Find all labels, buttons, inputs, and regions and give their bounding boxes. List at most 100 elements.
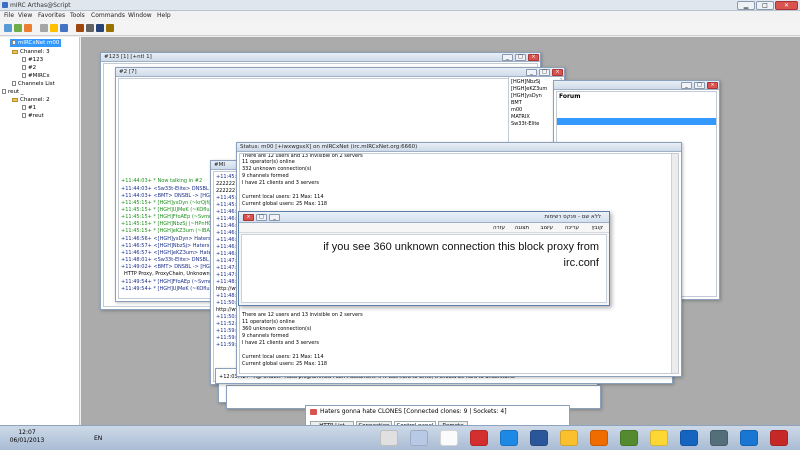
chat-line: +11:44:03+ * Now talking in #2 (121, 178, 203, 184)
chat-line: HTTP Proxy, ProxyChain, Unknown, (124, 271, 212, 277)
chat-line: +11:45:15+ * [HGH]eKZ3um (~IBAmyy (121, 228, 221, 234)
people-icon[interactable] (620, 430, 638, 446)
tree-label: Channel: 3 (20, 49, 50, 55)
app-icon-2[interactable] (410, 430, 428, 446)
tree-channel-2[interactable]: #2 (22, 64, 36, 72)
channel-icon (22, 65, 26, 70)
maximize-icon[interactable]: □ (694, 82, 705, 89)
firefox-icon[interactable] (590, 430, 608, 446)
tile-icon[interactable] (86, 24, 94, 32)
windows-icon[interactable] (680, 430, 698, 446)
app-icon-1[interactable] (380, 430, 398, 446)
start-icon[interactable] (770, 430, 788, 446)
window-titlebar[interactable]: _ □ × (554, 81, 719, 90)
tree-label: reut _ (8, 89, 24, 95)
chat-line: +11:46:56+ <[HGH]ysDyn> Haters go (121, 236, 219, 242)
media-icon[interactable] (710, 430, 728, 446)
tree-channel-123[interactable]: #123 (22, 56, 43, 64)
help-icon[interactable] (106, 24, 114, 32)
ccleaner-icon[interactable] (470, 430, 488, 446)
teamviewer-icon[interactable] (500, 430, 518, 446)
maximize-icon[interactable]: □ (256, 214, 267, 221)
nick-item[interactable]: MATRIX (511, 114, 530, 120)
colors-icon[interactable] (76, 24, 84, 32)
status-line: 9 channels formed (242, 173, 289, 179)
close-icon[interactable]: × (707, 82, 718, 89)
menu-window[interactable]: Window (128, 12, 152, 19)
status-line: I have 21 clients and 3 servers (242, 340, 319, 346)
menu-tools[interactable]: Tools (70, 12, 85, 19)
options-icon[interactable] (14, 24, 22, 32)
maximize-icon[interactable]: □ (756, 1, 774, 10)
nick-item[interactable]: m00 (511, 107, 522, 113)
tree-server-reut[interactable]: reut _ (2, 88, 24, 96)
chat-line: 222222 (216, 181, 236, 187)
status-line: Current local users: 21 Max: 114 (242, 194, 324, 200)
tree-channel-reut[interactable]: #reut (22, 112, 44, 120)
nick-item[interactable]: [HGH]eKZ3um (511, 86, 547, 92)
tree-channels-list[interactable]: Channels List (12, 80, 55, 88)
minimize-icon[interactable]: _ (681, 82, 692, 89)
menu-help[interactable]: Help (157, 12, 171, 19)
close-icon[interactable]: × (528, 54, 539, 61)
close-icon[interactable]: ✕ (775, 1, 798, 10)
app-icon-3[interactable] (440, 430, 458, 446)
tree-server-mircxnet[interactable]: mIRCxNet m00 (10, 39, 62, 47)
menu-view[interactable]: View (18, 12, 32, 19)
tree-channels-group-2[interactable]: Channel: 2 (12, 96, 50, 104)
tree-channels-group[interactable]: Channel: 3 (12, 48, 50, 56)
editor-textarea[interactable]: if you see 360 unknown connection this b… (241, 234, 607, 303)
minimize-icon[interactable]: _ (502, 54, 513, 61)
address-book-icon[interactable] (60, 24, 68, 32)
menu-favorites[interactable]: Favorites (38, 12, 65, 19)
status-line: I have 21 clients and 3 servers (242, 180, 319, 186)
tree-channel-1[interactable]: #1 (22, 104, 36, 112)
editor-menu-format[interactable]: עיצוב (540, 225, 553, 231)
tree-label: #2 (28, 65, 37, 71)
cascade-icon[interactable] (96, 24, 104, 32)
chrome-icon[interactable] (560, 430, 578, 446)
status-line: 332 unknown connection(s) (242, 166, 312, 172)
editor-menu-view[interactable]: תצוגה (515, 225, 529, 231)
editor-menu-help[interactable]: עזרה (493, 225, 505, 231)
window-titlebar[interactable]: Status: m00 [+iwxwgsxX] on mIRCxNet (irc… (237, 143, 681, 152)
ie-icon[interactable] (740, 430, 758, 446)
selected-row[interactable] (557, 118, 716, 125)
window-titlebar[interactable]: #123 [1] [+ntl 1] _ □ × (101, 53, 540, 62)
language-indicator[interactable]: EN (94, 435, 102, 442)
maximize-icon[interactable]: □ (515, 54, 526, 61)
status-scrollbar[interactable] (671, 154, 678, 373)
window-titlebar[interactable]: × □ _ ללא שם - פנקס רשימות (239, 212, 609, 223)
server-icon (12, 40, 16, 45)
taskbar-clock[interactable]: 12:07 06/01/2013 (4, 429, 50, 445)
nick-item[interactable]: Sw33t-Elite (511, 121, 539, 127)
folder-icon[interactable] (650, 430, 668, 446)
status-line: 9 channels formed (242, 333, 289, 339)
chat-line: +11:48:01+ <Sw33t-Elite> DNSBL -> (121, 257, 217, 263)
editor-menu-edit[interactable]: עריכה (565, 225, 579, 231)
maximize-icon[interactable]: □ (539, 69, 550, 76)
chat-line: +11:45:15+ * [HGH]NbzSj (~HPnHQ@ (121, 221, 218, 227)
editor-menu-file[interactable]: קובץ (591, 225, 603, 231)
minimize-icon[interactable]: _ (269, 214, 280, 221)
window-titlebar[interactable]: #2 [7] _ □ × (116, 68, 564, 77)
tree-channel-mircx[interactable]: #MIRCx (22, 72, 50, 80)
status-line: Current global users: 25 Max: 118 (242, 361, 328, 367)
channel-icon (22, 57, 26, 62)
clones-window[interactable]: Haters gonna hate CLONES [Connected clon… (305, 405, 570, 431)
nick-item[interactable]: [HGH]NbzSj (511, 79, 540, 85)
menu-file[interactable]: File (4, 12, 14, 19)
close-icon[interactable]: × (243, 214, 254, 221)
scripts-icon[interactable] (50, 24, 58, 32)
minimize-icon[interactable]: _ (526, 69, 537, 76)
word-icon[interactable] (530, 430, 548, 446)
channels-icon[interactable] (24, 24, 32, 32)
menu-commands[interactable]: Commands (91, 12, 125, 19)
close-icon[interactable]: × (552, 69, 563, 76)
nick-item[interactable]: [HGH]ysDyn (511, 93, 542, 99)
dcc-icon[interactable] (40, 24, 48, 32)
minimize-icon[interactable]: ▁ (737, 1, 755, 10)
connect-icon[interactable] (4, 24, 12, 32)
notepad-window[interactable]: × □ _ ללא שם - פנקס רשימות קובץ עריכה עי… (238, 211, 610, 306)
nick-item[interactable]: BMT (511, 100, 522, 106)
